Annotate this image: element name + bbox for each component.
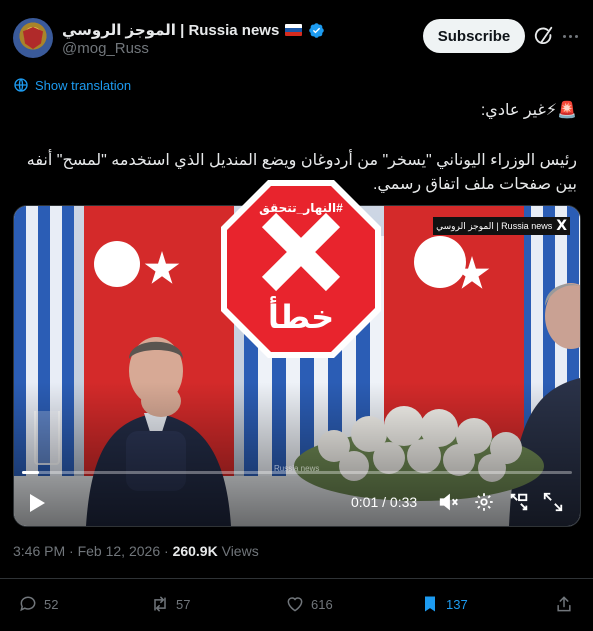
heart-icon	[287, 597, 303, 612]
bookmark-count: 137	[446, 596, 468, 612]
flag-stripe-red	[285, 32, 303, 36]
translate-icon	[14, 78, 28, 92]
views-label: Views	[221, 543, 259, 559]
avatar[interactable]	[13, 18, 53, 58]
video-time: 0:01 / 0:33	[351, 494, 418, 510]
more-dot-3	[574, 34, 578, 38]
post-date[interactable]: Feb 12, 2026	[78, 543, 161, 559]
russia-flag-icon	[285, 24, 303, 36]
more-icon[interactable]	[559, 25, 581, 47]
like-button[interactable]: 616	[285, 594, 333, 614]
play-icon[interactable]	[28, 493, 46, 513]
show-translation-link[interactable]: Show translation	[13, 77, 131, 93]
reply-count: 52	[44, 596, 59, 612]
views-count: 260.9K	[172, 543, 218, 559]
meta-separator-2: ·	[164, 543, 173, 559]
fact-check-stamp: #النهار_تتحقق خطأ	[221, 180, 381, 358]
bookmark-button[interactable]: 137	[420, 594, 468, 614]
display-name[interactable]: الموجز الروسي | Russia news	[62, 21, 279, 39]
repost-button[interactable]: 57	[150, 594, 190, 614]
subscribe-button[interactable]: Subscribe	[423, 19, 525, 53]
video-progress-fill	[22, 471, 39, 474]
post-meta: 3:46 PM · Feb 12, 2026 · 260.9K Views	[13, 543, 259, 559]
reply-icon	[20, 596, 36, 612]
pip-icon[interactable]	[508, 491, 530, 513]
meta-separator: ·	[69, 543, 78, 559]
share-icon	[557, 596, 571, 612]
handle[interactable]: @mog_Russ	[62, 40, 149, 57]
more-dot-2	[568, 34, 572, 38]
like-count: 616	[311, 596, 333, 612]
stamp-verdict: خطأ	[267, 299, 335, 335]
verified-badge-icon	[309, 22, 325, 38]
repost-count: 57	[176, 596, 191, 612]
repost-icon	[154, 596, 166, 612]
more-dot-1	[562, 34, 566, 38]
fullscreen-icon[interactable]	[542, 491, 564, 513]
author-row[interactable]: الموجز الروسي | Russia news	[62, 20, 325, 40]
x-logo-icon: X	[556, 218, 567, 234]
avatar-crest	[23, 27, 43, 49]
post-headline: 🚨⚡غير عادي:	[480, 102, 577, 119]
video-watermark-text: الموجز الروسي | Russia news	[436, 220, 553, 231]
share-button[interactable]	[554, 594, 574, 614]
stamp-hashtag: #النهار_تتحقق	[259, 201, 343, 215]
reply-button[interactable]: 52	[18, 594, 58, 614]
post-time[interactable]: 3:46 PM	[13, 543, 65, 559]
settings-icon[interactable]	[473, 491, 495, 513]
video-watermark: الموجز الروسي | Russia news X	[433, 217, 570, 235]
mute-icon[interactable]	[438, 491, 460, 513]
video-progress-bar[interactable]	[22, 471, 572, 474]
divider	[0, 578, 593, 579]
bookmark-icon	[425, 596, 435, 612]
show-translation-label[interactable]: Show translation	[35, 78, 131, 93]
grok-icon[interactable]	[533, 25, 555, 47]
